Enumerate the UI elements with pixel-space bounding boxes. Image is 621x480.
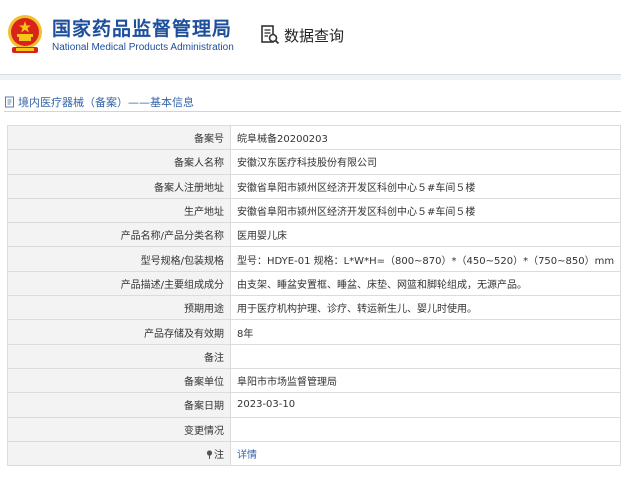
pin-icon (206, 450, 213, 459)
document-icon (5, 96, 14, 108)
table-row: 预期用途 用于医疗机构护理、诊疗、转运新生儿、婴儿时使用。 (7, 295, 621, 321)
table-row: 备注 (7, 343, 621, 369)
table-row: 变更情况 (7, 416, 621, 442)
detail-table: 备案号 皖阜械备20200203 备案人名称 安徽汉东医疗科技股份有限公司 备案… (7, 124, 621, 467)
data-query-link[interactable]: 数据查询 (260, 24, 344, 46)
data-query-icon (261, 25, 280, 45)
table-row: 注 详情 (7, 440, 621, 467)
field-label: 备案号 (7, 124, 231, 151)
table-row: 备案单位 阜阳市市场监督管理局 (7, 367, 621, 394)
field-value: 8年 (230, 319, 621, 345)
field-value: 用于医疗机构护理、诊疗、转运新生儿、婴儿时使用。 (230, 295, 621, 321)
field-label: 变更情况 (7, 416, 231, 442)
table-row: 产品存储及有效期 8年 (7, 319, 621, 345)
field-value: 型号：HDYE-01 规格：L*W*H=（800~870）*（450~520）*… (230, 246, 621, 272)
detail-link[interactable]: 详情 (237, 450, 257, 461)
national-emblem-icon (8, 15, 42, 53)
note-label: 注 (214, 450, 224, 461)
field-label: 备案日期 (7, 392, 231, 418)
field-label: 预期用途 (7, 295, 231, 321)
field-label: 型号规格/包装规格 (7, 246, 231, 272)
header-divider (0, 74, 621, 80)
site-header: 国家药品监督管理局 National Medical Products Admi… (0, 0, 621, 74)
field-label: 产品名称/产品分类名称 (7, 222, 231, 248)
org-name-cn: 国家药品监督管理局 (52, 18, 233, 40)
table-row: 备案人名称 安徽汉东医疗科技股份有限公司 (7, 149, 621, 175)
field-value: 阜阳市市场监督管理局 (230, 367, 621, 394)
field-value (230, 416, 621, 442)
data-query-label: 数据查询 (284, 26, 345, 45)
field-label: 注 (7, 440, 231, 467)
field-value: 医用婴儿床 (230, 222, 621, 248)
breadcrumb-text: 境内医疗器械（备案）——基本信息 (18, 96, 194, 109)
field-value: 安徽省阜阳市颍州区经济开发区科创中心５#车间５楼 (230, 197, 621, 224)
field-label: 备注 (7, 343, 231, 369)
org-name-en: National Medical Products Administration (52, 42, 234, 53)
field-label: 备案人名称 (7, 149, 231, 175)
table-row: 备案日期 2023-03-10 (7, 392, 621, 418)
field-value (230, 343, 621, 369)
table-row: 生产地址 安徽省阜阳市颍州区经济开发区科创中心５#车间５楼 (7, 197, 621, 224)
field-label: 产品存储及有效期 (7, 319, 231, 345)
field-label: 产品描述/主要组成成分 (7, 270, 231, 297)
field-value: 安徽汉东医疗科技股份有限公司 (230, 149, 621, 175)
table-row: 备案号 皖阜械备20200203 (7, 124, 621, 151)
table-row: 产品名称/产品分类名称 医用婴儿床 (7, 222, 621, 248)
field-value: 由支架、睡盆安置框、睡盆、床垫、网篮和脚轮组成，无源产品。 (230, 270, 621, 297)
field-value: 详情 (230, 440, 621, 467)
field-label: 备案人注册地址 (7, 173, 231, 199)
field-value: 2023-03-10 (230, 392, 621, 418)
table-row: 型号规格/包装规格 型号：HDYE-01 规格：L*W*H=（800~870）*… (7, 246, 621, 272)
field-value: 皖阜械备20200203 (230, 124, 621, 151)
field-label: 备案单位 (7, 367, 231, 394)
breadcrumb-divider (4, 111, 621, 112)
field-value: 安徽省阜阳市颍州区经济开发区科创中心５#车间５楼 (230, 173, 621, 199)
table-row: 备案人注册地址 安徽省阜阳市颍州区经济开发区科创中心５#车间５楼 (7, 173, 621, 199)
field-label: 生产地址 (7, 197, 231, 224)
breadcrumb: 境内医疗器械（备案）——基本信息 (4, 94, 194, 110)
table-row: 产品描述/主要组成成分 由支架、睡盆安置框、睡盆、床垫、网篮和脚轮组成，无源产品… (7, 270, 621, 297)
